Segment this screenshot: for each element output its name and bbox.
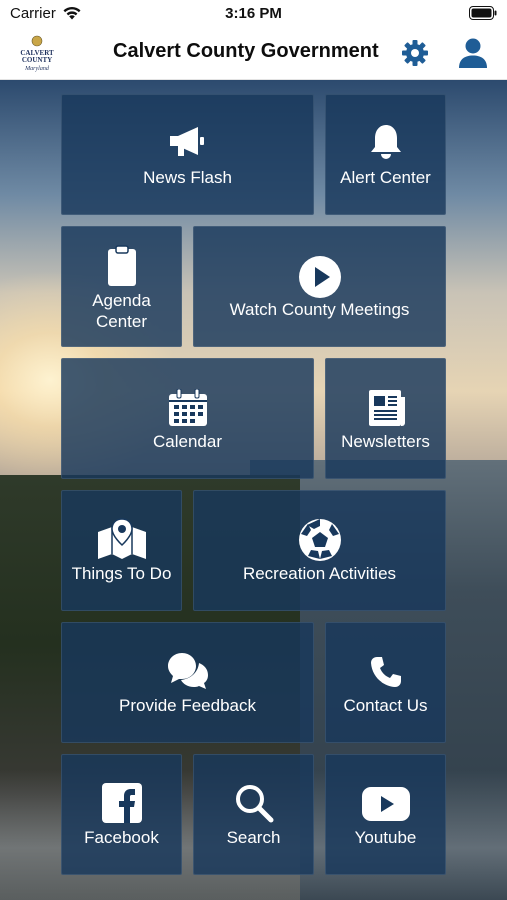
tile-calendar[interactable]: Calendar [61,358,314,479]
battery-icon [469,6,497,20]
tile-youtube-label: Youtube [354,828,417,847]
tile-things-to-do-label: Things To Do [71,564,172,583]
tile-search-label: Search [226,828,281,847]
tile-contact-us[interactable]: Contact Us [325,622,446,743]
tile-alert-center[interactable]: Alert Center [325,94,446,215]
county-logo: CALVERT COUNTY Maryland [20,35,54,72]
megaphone-icon [169,127,204,156]
map-pin-icon [97,518,146,559]
tile-facebook[interactable]: Facebook [61,754,182,875]
tile-contact-us-label: Contact Us [343,696,428,715]
status-time: 3:16 PM [225,5,282,22]
svg-text:COUNTY: COUNTY [22,56,52,64]
search-icon [235,785,273,823]
tile-recreation-label: Recreation Activities [242,564,397,583]
tile-newsletters[interactable]: Newsletters [325,358,446,479]
tile-youtube[interactable]: Youtube [325,754,446,875]
newspaper-icon [368,390,405,426]
phone-icon [370,657,401,687]
tile-recreation[interactable]: Recreation Activities [193,490,446,611]
calendar-icon [168,389,207,426]
bell-icon [370,125,401,159]
app-header: CALVERT COUNTY Maryland Calvert County G… [0,28,507,80]
tile-agenda-center[interactable]: Agenda Center [61,226,182,347]
settings-gear-icon[interactable] [399,37,431,69]
tile-provide-feedback[interactable]: Provide Feedback [61,622,314,743]
tile-newsletters-label: Newsletters [341,432,430,451]
tile-watch-meetings[interactable]: Watch County Meetings [193,226,446,347]
tile-provide-feedback-label: Provide Feedback [118,696,257,715]
clipboard-icon [107,245,136,286]
tile-search[interactable]: Search [193,754,314,875]
tile-agenda-center-label-line1: Agenda [92,291,151,310]
tile-facebook-label: Facebook [84,828,159,847]
play-circle-icon [298,256,341,298]
soccer-ball-icon [298,519,341,561]
tile-things-to-do[interactable]: Things To Do [61,490,182,611]
youtube-icon [361,787,410,821]
tile-calendar-label: Calendar [153,432,222,451]
tile-watch-meetings-label: Watch County Meetings [229,300,410,319]
status-bar: Carrier 3:16 PM [0,0,507,28]
chat-bubbles-icon [167,653,208,689]
facebook-icon [101,783,142,823]
tile-agenda-center-label-line2: Center [95,312,148,331]
page-title: Calvert County Government [113,40,379,62]
svg-text:Maryland: Maryland [24,66,50,72]
tile-alert-center-label: Alert Center [340,168,431,187]
tile-news-flash-label: News Flash [143,168,232,187]
profile-icon[interactable] [458,37,488,69]
tile-news-flash[interactable]: News Flash [61,94,314,215]
